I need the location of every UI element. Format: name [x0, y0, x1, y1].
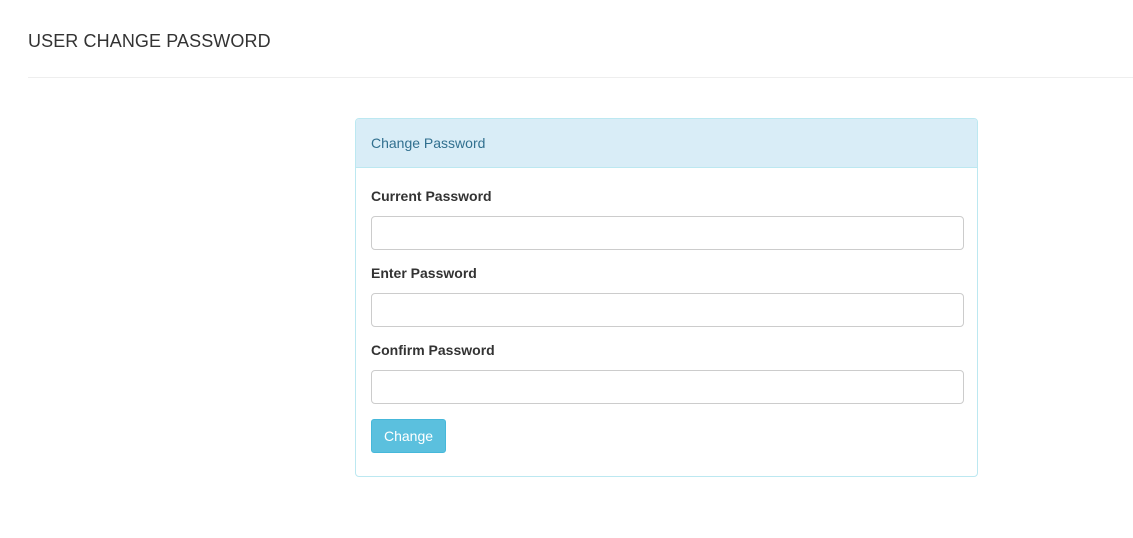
page: USER CHANGE PASSWORD Change Password Cur…: [0, 0, 1133, 538]
enter-password-input[interactable]: [371, 293, 964, 327]
confirm-password-group: Confirm Password: [371, 340, 964, 404]
change-button[interactable]: Change: [371, 419, 447, 453]
panel-heading: Change Password: [356, 119, 977, 168]
change-password-form: Current Password Enter Password Confirm …: [356, 168, 977, 453]
current-password-group: Current Password: [371, 186, 964, 250]
current-password-label: Current Password: [371, 188, 492, 204]
confirm-password-input[interactable]: [371, 370, 964, 404]
change-password-panel: Change Password Current Password Enter P…: [355, 118, 978, 477]
panel-heading-title: Change Password: [371, 135, 486, 151]
enter-password-label: Enter Password: [371, 265, 477, 281]
enter-password-group: Enter Password: [371, 263, 964, 327]
confirm-password-label: Confirm Password: [371, 342, 495, 358]
title-divider: [28, 77, 1133, 78]
page-title: USER CHANGE PASSWORD: [28, 31, 271, 51]
current-password-input[interactable]: [371, 216, 964, 250]
